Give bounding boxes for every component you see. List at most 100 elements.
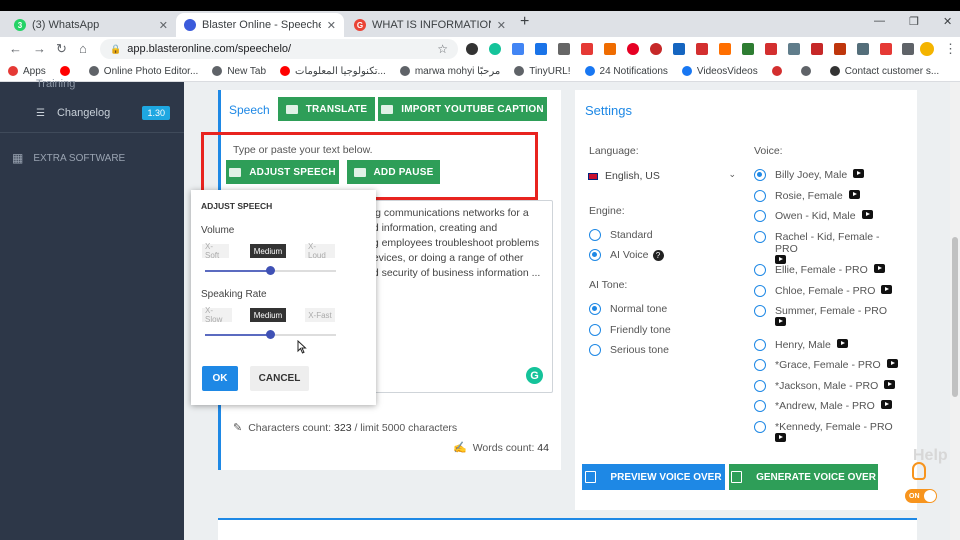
radio-circle[interactable] (589, 249, 601, 261)
speaking-rate-slider[interactable] (205, 330, 336, 339)
bookmark-item[interactable]: VideosVideos (681, 66, 758, 77)
language-select[interactable]: English, US ⌄ (588, 166, 738, 186)
play-icon[interactable] (775, 254, 786, 264)
cancel-button[interactable]: CANCEL (250, 366, 309, 391)
play-icon[interactable] (880, 400, 892, 409)
extension-icon[interactable] (788, 43, 800, 55)
maximize-button[interactable]: ❐ (909, 15, 919, 28)
voice-option[interactable]: Rosie, Female (754, 189, 860, 202)
tab-whatsapp[interactable]: 3 (3) WhatsApp ✕ (6, 13, 176, 37)
play-icon[interactable] (884, 379, 896, 389)
extension-icon[interactable] (627, 43, 639, 55)
rate-level-xfast[interactable]: X-Fast (305, 308, 335, 322)
radio-circle[interactable] (754, 420, 766, 433)
voice-option[interactable]: Summer, Female - PRO (754, 305, 905, 329)
bookmark-item[interactable] (800, 66, 816, 76)
avatar[interactable] (920, 42, 934, 56)
extension-icon[interactable] (765, 43, 777, 55)
extension-icon[interactable] (512, 43, 524, 55)
voice-option[interactable]: Ellie, Female - PRO (754, 264, 885, 276)
voice-option[interactable]: Billy Joey, Male (754, 169, 865, 181)
radio-circle[interactable] (754, 305, 766, 317)
volume-level-xsoft[interactable]: X-Soft (202, 242, 229, 260)
forward-icon[interactable]: → (33, 41, 46, 56)
radio-circle[interactable] (754, 400, 766, 412)
bookmark-item[interactable]: TinyURL! (514, 66, 571, 77)
import-youtube-caption-button[interactable]: IMPORT YOUTUBE CAPTION (378, 97, 547, 121)
home-icon[interactable]: ⌂ (79, 41, 87, 56)
tab-speechelo[interactable]: Blaster Online - Speechelo ✕ (176, 13, 344, 37)
voice-option[interactable]: *Andrew, Male - PRO (754, 400, 892, 412)
volume-level-medium[interactable]: Medium (250, 244, 286, 258)
menu-icon[interactable]: ⋮ (944, 41, 957, 57)
grammarly-icon[interactable]: G (526, 367, 543, 384)
preview-voice-over-button[interactable]: PREVIEW VOICE OVER (582, 464, 725, 490)
play-icon[interactable] (853, 169, 865, 178)
play-icon[interactable] (848, 189, 860, 199)
sidebar-item-training[interactable]: Training (0, 78, 184, 90)
close-icon[interactable]: ✕ (497, 19, 506, 32)
extension-icon[interactable] (558, 43, 570, 55)
sidebar-item-changelog[interactable]: ☰ Changelog 1.30 (0, 104, 184, 122)
volume-slider-handle[interactable] (266, 266, 275, 275)
radio-circle[interactable] (754, 284, 766, 297)
extension-icon[interactable] (604, 43, 616, 55)
rate-slider-handle[interactable] (266, 330, 275, 339)
bookmark-item[interactable] (59, 66, 75, 76)
radio-circle[interactable] (754, 230, 766, 243)
bookmark-item[interactable]: 24 Notifications (584, 66, 668, 77)
extension-icon[interactable] (489, 43, 501, 55)
help-toggle[interactable]: ON (905, 489, 937, 503)
bookmark-item[interactable]: Apps (8, 66, 46, 77)
scrollbar-thumb[interactable] (952, 237, 958, 397)
radio-circle[interactable] (589, 229, 601, 241)
volume-slider[interactable] (205, 266, 336, 275)
rate-level-medium[interactable]: Medium (250, 308, 286, 322)
voice-option[interactable]: Henry, Male (754, 338, 848, 351)
voice-option[interactable]: *Kennedy, Female - PRO (754, 420, 905, 445)
radio-circle[interactable] (754, 210, 766, 222)
play-icon[interactable] (861, 210, 873, 219)
play-icon[interactable] (881, 284, 893, 294)
play-icon[interactable] (886, 359, 898, 368)
bookmark-item[interactable]: marwa mohyi مرحبًا (399, 66, 500, 77)
play-icon[interactable] (836, 338, 848, 348)
ok-button[interactable]: OK (202, 366, 238, 391)
tab-google-search[interactable]: G WHAT IS INFORMATION TECHNO ✕ (346, 13, 514, 37)
engine-option[interactable]: Standard (589, 229, 653, 241)
play-icon[interactable] (775, 317, 786, 326)
voice-option[interactable]: *Jackson, Male - PRO (754, 379, 896, 392)
window-close-button[interactable]: ✕ (943, 15, 952, 28)
engine-option[interactable]: AI Voice? (589, 249, 664, 261)
voice-option[interactable]: Chloe, Female - PRO (754, 284, 893, 297)
radio-circle[interactable] (754, 338, 766, 351)
translate-button[interactable]: TRANSLATE (278, 97, 375, 121)
extension-icon[interactable] (880, 43, 892, 55)
page-scrollbar[interactable] (950, 82, 960, 540)
voice-option[interactable]: Rachel - Kid, Female - PRO (754, 230, 905, 267)
bookmark-item[interactable]: تكنولوجيا المعلومات... (280, 66, 386, 77)
close-icon[interactable]: ✕ (327, 19, 336, 32)
puzzle-icon[interactable] (902, 43, 914, 55)
back-icon[interactable]: ← (9, 41, 22, 56)
close-icon[interactable]: ✕ (159, 19, 168, 32)
extension-icon[interactable] (650, 43, 662, 55)
bookmark-star-icon[interactable]: ☆ (437, 42, 448, 56)
radio-circle[interactable] (589, 303, 601, 315)
radio-circle[interactable] (754, 264, 766, 276)
extension-icon[interactable] (466, 43, 478, 55)
extension-icon[interactable] (581, 43, 593, 55)
radio-circle[interactable] (754, 169, 766, 181)
extension-icon[interactable] (811, 43, 823, 55)
reload-icon[interactable]: ↻ (56, 41, 67, 57)
extension-icon[interactable] (719, 43, 731, 55)
generate-voice-over-button[interactable]: GENERATE VOICE OVER (729, 464, 878, 490)
extension-icon[interactable] (535, 43, 547, 55)
radio-circle[interactable] (754, 189, 766, 202)
radio-circle[interactable] (754, 379, 766, 392)
bookmark-item[interactable] (771, 66, 787, 76)
extension-icon[interactable] (834, 43, 846, 55)
play-icon[interactable] (873, 264, 885, 273)
tone-option[interactable]: Normal tone (589, 303, 667, 315)
extension-icon[interactable] (673, 43, 685, 55)
